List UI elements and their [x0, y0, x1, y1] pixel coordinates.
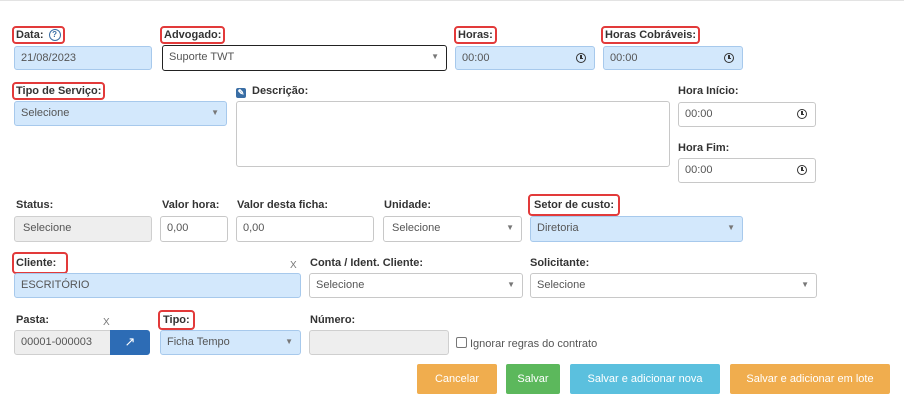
numero-input[interactable] — [309, 330, 449, 355]
horas-value: 00:00 — [462, 52, 490, 64]
advogado-value: Suporte TWT — [169, 51, 235, 63]
tipo-servico-value: Selecione — [21, 107, 70, 119]
unidade-value: Selecione — [392, 222, 441, 234]
valor-ficha-label: Valor desta ficha: — [237, 199, 329, 211]
save-button[interactable]: Salvar — [506, 364, 560, 394]
valor-ficha-input[interactable]: 0,00 — [236, 216, 374, 242]
chevron-down-icon: ▼ — [507, 280, 515, 289]
tipo-servico-select[interactable]: Selecione ▼ — [14, 101, 227, 126]
clock-icon[interactable] — [724, 53, 734, 63]
help-icon[interactable]: ? — [48, 29, 61, 41]
tipo-servico-label: Tipo de Serviço: — [12, 82, 106, 100]
chevron-down-icon: ▼ — [727, 223, 735, 232]
chevron-down-icon: ▼ — [431, 52, 439, 61]
chevron-down-icon: ▼ — [285, 337, 293, 346]
edit-icon: ✎ — [236, 88, 246, 98]
save-and-add-batch-button[interactable]: Salvar e adicionar em lote — [730, 364, 890, 394]
numero-label: Número: — [310, 314, 356, 326]
top-divider — [0, 0, 904, 1]
horas-cobraveis-value: 00:00 — [610, 52, 638, 64]
cliente-label: Cliente: — [12, 252, 69, 274]
chevron-down-icon: ▼ — [211, 108, 219, 117]
cliente-input[interactable]: ESCRITÓRIO — [14, 273, 301, 298]
chevron-down-icon: ▼ — [506, 223, 514, 232]
tipo-label: Tipo: — [158, 310, 195, 330]
hora-fim-label: Hora Fim: — [678, 142, 730, 154]
pasta-label: Pasta: — [16, 314, 50, 326]
conta-cliente-select[interactable]: Selecione ▼ — [309, 273, 523, 298]
horas-cobraveis-input[interactable]: 00:00 — [603, 46, 743, 70]
setor-custo-label: Setor de custo: — [528, 194, 621, 216]
descricao-textarea[interactable] — [236, 101, 670, 167]
tipo-select[interactable]: Ficha Tempo ▼ — [160, 330, 301, 355]
clear-cliente-icon[interactable]: X — [290, 260, 297, 271]
descricao-label: ✎ Descrição: — [236, 85, 309, 98]
conta-cliente-label: Conta / Ident. Cliente: — [310, 257, 424, 269]
pasta-input[interactable]: 00001-000003 — [14, 330, 111, 355]
solicitante-value: Selecione — [537, 279, 586, 291]
hora-inicio-input[interactable]: 00:00 — [678, 102, 816, 127]
hora-inicio-value: 00:00 — [685, 108, 713, 120]
cancel-button[interactable]: Cancelar — [417, 364, 497, 394]
advogado-select[interactable]: Suporte TWT ▼ — [162, 45, 447, 71]
hora-inicio-label: Hora Início: — [678, 85, 739, 97]
external-link-icon: ↗ — [124, 334, 136, 349]
advogado-label: Advogado: — [160, 26, 226, 44]
open-pasta-button[interactable]: ↗ — [110, 330, 150, 355]
clock-icon[interactable] — [797, 165, 807, 175]
hora-fim-input[interactable]: 00:00 — [678, 158, 816, 183]
ignorar-label[interactable]: Ignorar regras do contrato — [470, 337, 597, 351]
data-input[interactable]: 21/08/2023 — [14, 46, 152, 70]
clock-icon[interactable] — [797, 109, 807, 119]
solicitante-label: Solicitante: — [530, 257, 590, 269]
ignorar-checkbox[interactable] — [456, 337, 467, 348]
hora-fim-value: 00:00 — [685, 164, 713, 176]
horas-cobraveis-label: Horas Cobráveis: — [601, 26, 701, 44]
valor-hora-label: Valor hora: — [162, 199, 220, 211]
clear-pasta-icon[interactable]: X — [103, 317, 110, 328]
horas-label: Horas: — [454, 26, 497, 44]
clock-icon[interactable] — [576, 53, 586, 63]
status-select[interactable]: Selecione — [14, 216, 152, 242]
horas-input[interactable]: 00:00 — [455, 46, 595, 70]
chevron-down-icon: ▼ — [801, 280, 809, 289]
save-and-add-new-button[interactable]: Salvar e adicionar nova — [570, 364, 720, 394]
unidade-label: Unidade: — [384, 199, 432, 211]
unidade-select[interactable]: Selecione ▼ — [383, 216, 522, 242]
solicitante-select[interactable]: Selecione ▼ — [530, 273, 817, 298]
tipo-value: Ficha Tempo — [167, 336, 230, 348]
valor-hora-input[interactable]: 0,00 — [160, 216, 228, 242]
data-label: Data: ? — [12, 26, 65, 44]
setor-custo-value: Diretoria — [537, 222, 579, 234]
setor-custo-select[interactable]: Diretoria ▼ — [530, 216, 743, 242]
conta-cliente-value: Selecione — [316, 279, 365, 291]
status-label: Status: — [16, 199, 54, 211]
